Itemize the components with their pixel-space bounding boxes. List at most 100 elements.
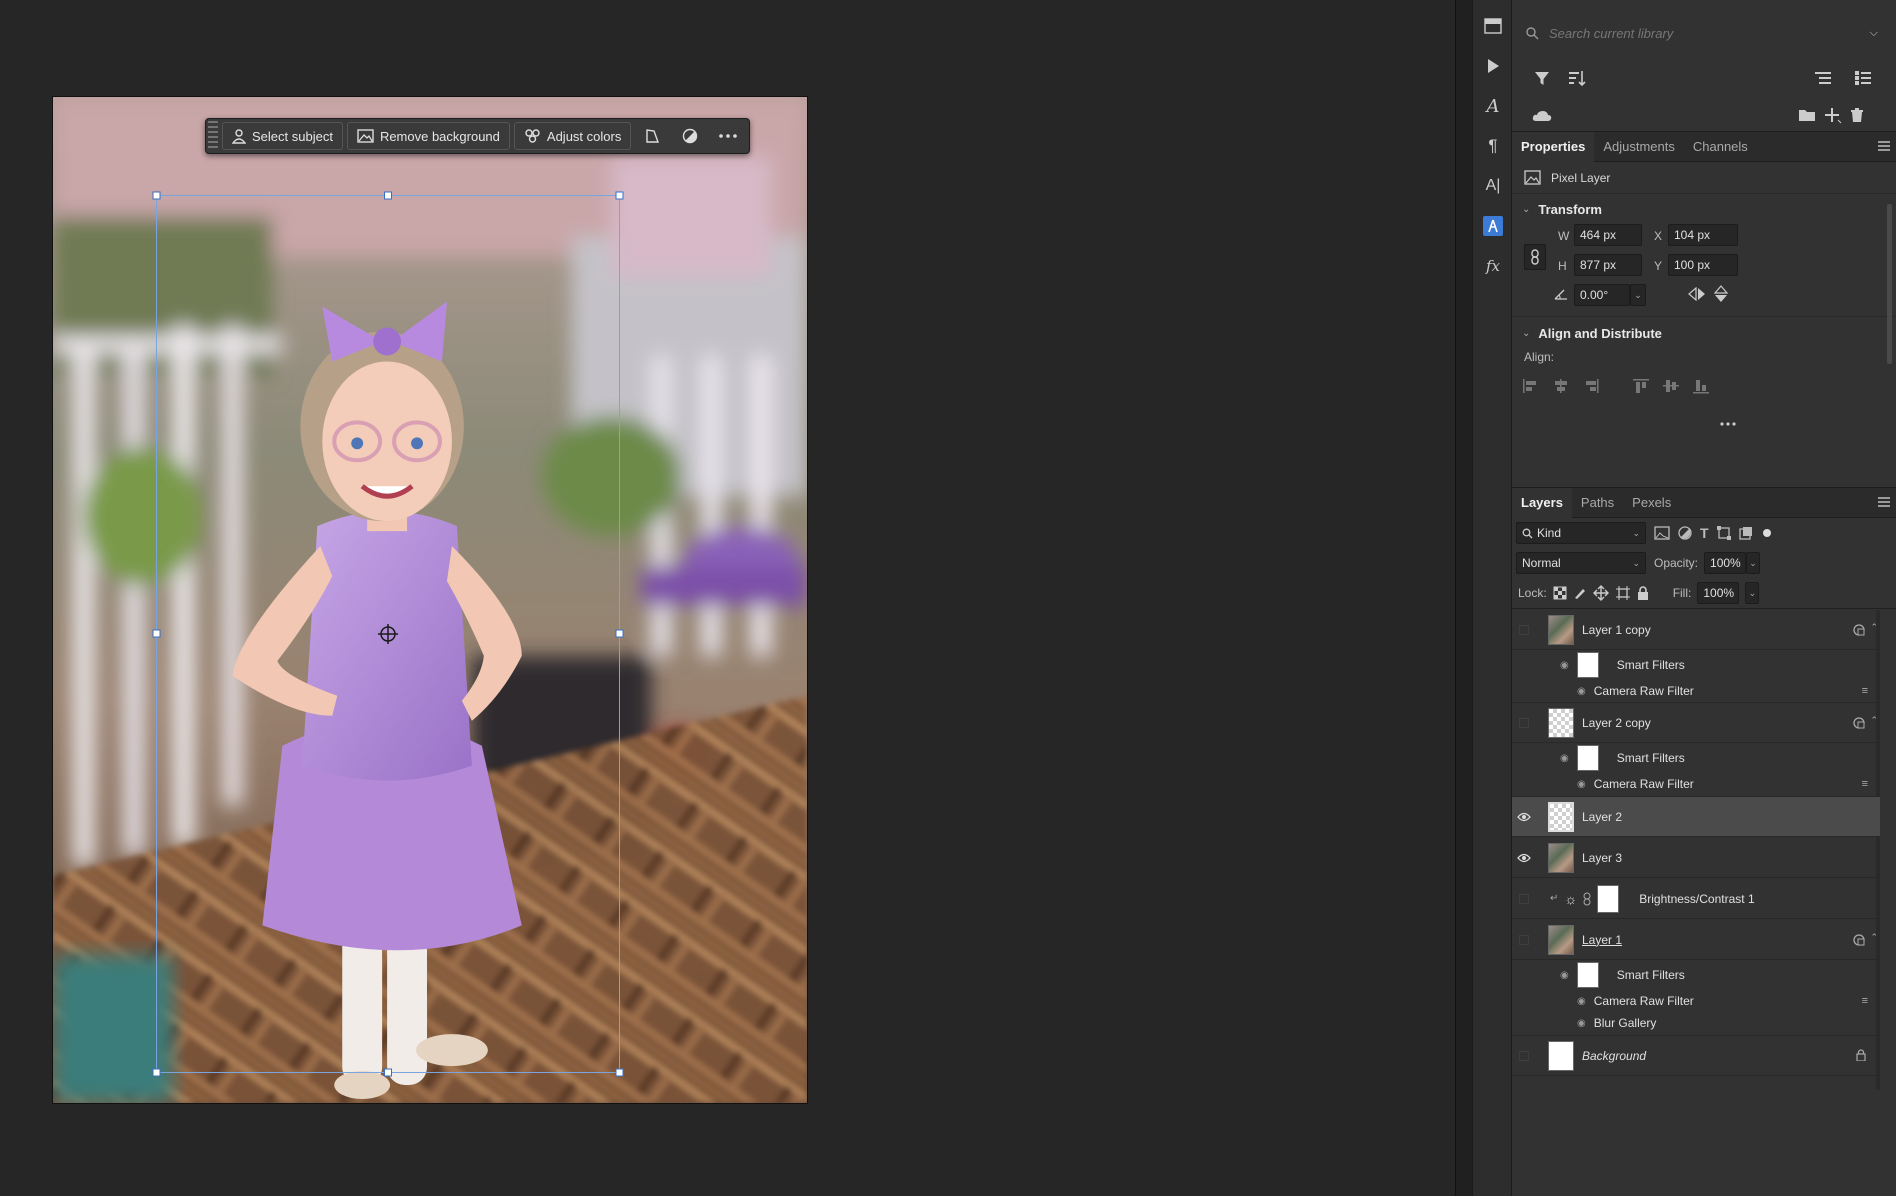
align-top-icon[interactable]	[1632, 378, 1650, 394]
layer-name[interactable]: Layer 1 copy	[1582, 623, 1651, 637]
adjust-colors-button[interactable]: Adjust colors	[513, 122, 632, 150]
handle-bottom-right[interactable]	[615, 1068, 624, 1077]
lock-image-icon[interactable]	[1573, 586, 1587, 600]
properties-scrollbar[interactable]	[1887, 204, 1892, 364]
panel-menu-icon[interactable]	[1878, 497, 1890, 507]
filter-row-blur-gallery[interactable]: ◉ Blur Gallery	[1512, 1012, 1880, 1034]
collapse-toggle[interactable]: ⌃	[1870, 932, 1878, 943]
layer-row-layer-1-copy[interactable]: Layer 1 copy ⌃	[1512, 610, 1880, 650]
tab-adjustments[interactable]: Adjustments	[1594, 132, 1684, 162]
tab-properties[interactable]: Properties	[1512, 131, 1595, 162]
visibility-toggle[interactable]	[1512, 610, 1536, 650]
align-bottom-icon[interactable]	[1692, 378, 1710, 394]
align-left-icon[interactable]	[1522, 378, 1540, 394]
select-subject-button[interactable]: Select subject	[222, 122, 343, 150]
flip-vertical-icon[interactable]	[1714, 285, 1728, 303]
layer-row-layer-1[interactable]: Layer 1 ⌃	[1512, 920, 1880, 960]
layer-name[interactable]: Layer 2 copy	[1582, 716, 1651, 730]
eye-icon[interactable]: ◉	[1560, 660, 1569, 671]
handle-top-left[interactable]	[152, 191, 161, 200]
visibility-toggle[interactable]	[1512, 838, 1536, 878]
filter-options-icon[interactable]: ≡	[1862, 995, 1868, 1007]
visibility-toggle[interactable]	[1512, 797, 1536, 837]
y-input[interactable]: 100 px	[1668, 254, 1738, 276]
handle-top[interactable]	[384, 191, 392, 200]
align-right-icon[interactable]	[1582, 378, 1600, 394]
layer-row-layer-2[interactable]: Layer 2	[1512, 797, 1880, 837]
handle-left[interactable]	[152, 629, 161, 638]
opacity-dropdown[interactable]: ⌄	[1746, 552, 1761, 574]
library-search-input[interactable]: Search current library	[1549, 26, 1673, 41]
handle-top-right[interactable]	[615, 191, 624, 200]
layer-name[interactable]: Layer 2	[1582, 810, 1622, 824]
x-input[interactable]: 104 px	[1668, 224, 1738, 246]
visibility-toggle[interactable]	[1512, 879, 1536, 919]
visibility-toggle[interactable]	[1512, 703, 1536, 743]
tab-paths[interactable]: Paths	[1572, 488, 1623, 518]
handle-right[interactable]	[615, 629, 624, 638]
eye-icon[interactable]: ◉	[1560, 970, 1569, 981]
layer-row-background[interactable]: Background	[1512, 1036, 1880, 1076]
transform-header[interactable]: ⌄ Transform	[1512, 194, 1896, 224]
adjustment-filter-icon[interactable]	[1678, 526, 1692, 540]
lock-position-icon[interactable]	[1592, 585, 1609, 601]
remove-background-button[interactable]: Remove background	[346, 122, 510, 150]
filter-icon[interactable]	[1534, 70, 1550, 86]
layer-row-layer-3[interactable]: Layer 3	[1512, 838, 1880, 878]
layer-row-layer-2-copy[interactable]: Layer 2 copy ⌃	[1512, 703, 1880, 743]
layer-name[interactable]: Layer 1	[1582, 933, 1622, 947]
styles-panel-button[interactable]: fx	[1473, 246, 1513, 286]
link-dimensions-button[interactable]	[1524, 244, 1546, 270]
layer-name[interactable]: Layer 3	[1582, 851, 1622, 865]
more-align-options-button[interactable]	[1720, 422, 1736, 426]
document-canvas[interactable]: Select subject Remove background Adjust …	[0, 0, 1455, 1196]
transform-button[interactable]	[635, 122, 669, 150]
visibility-toggle[interactable]	[1512, 920, 1536, 960]
align-vertical-center-icon[interactable]	[1662, 378, 1680, 394]
transform-bounding-box[interactable]	[0, 0, 1455, 1196]
layer-name[interactable]: Brightness/Contrast 1	[1639, 892, 1754, 906]
filter-options-icon[interactable]: ≡	[1862, 778, 1868, 790]
align-horizontal-center-icon[interactable]	[1552, 378, 1570, 394]
angle-dropdown[interactable]: ⌄	[1630, 284, 1646, 306]
type-filter-icon[interactable]: T	[1700, 525, 1709, 541]
library-search-bar[interactable]: Search current library ⌵	[1518, 18, 1888, 48]
paragraph-panel-button[interactable]: ¶	[1473, 126, 1513, 166]
libraries-panel-button[interactable]	[1473, 6, 1513, 46]
sort-icon[interactable]	[1568, 70, 1586, 86]
blend-mode-dropdown[interactable]: Normal ⌄	[1516, 552, 1646, 574]
lock-all-icon[interactable]	[1637, 586, 1649, 600]
filter-row-camera-raw[interactable]: ◉ Camera Raw Filter ≡	[1512, 773, 1880, 795]
lock-transparent-icon[interactable]	[1553, 586, 1567, 600]
folder-icon[interactable]	[1798, 108, 1816, 122]
opacity-input[interactable]: 100%	[1704, 552, 1747, 574]
flip-horizontal-icon[interactable]	[1688, 287, 1706, 301]
grid-view-icon[interactable]	[1854, 70, 1872, 86]
width-input[interactable]: 464 px	[1574, 224, 1642, 246]
character-panel-button[interactable]: A|	[1473, 166, 1513, 206]
lock-artboard-icon[interactable]	[1615, 585, 1631, 601]
kind-filter-dropdown[interactable]: Kind ⌄	[1516, 522, 1646, 544]
panel-menu-icon[interactable]	[1878, 141, 1890, 151]
collapse-toggle[interactable]: ⌃	[1870, 622, 1878, 633]
smart-filters-row[interactable]: ◉ Smart Filters	[1512, 743, 1880, 773]
fill-dropdown[interactable]: ⌄	[1745, 582, 1760, 604]
tab-pexels[interactable]: Pexels	[1623, 488, 1680, 518]
visibility-toggle[interactable]	[1512, 1036, 1536, 1076]
trash-icon[interactable]	[1850, 108, 1864, 123]
shape-filter-icon[interactable]	[1716, 526, 1731, 540]
eye-icon[interactable]: ◉	[1577, 996, 1586, 1007]
filter-row-camera-raw[interactable]: ◉ Camera Raw Filter ≡	[1512, 990, 1880, 1012]
handle-bottom-left[interactable]	[152, 1068, 161, 1077]
collapse-toggle[interactable]: ⌃	[1870, 715, 1878, 726]
more-options-button[interactable]	[711, 122, 745, 150]
tab-layers[interactable]: Layers	[1512, 487, 1572, 518]
filter-row-camera-raw[interactable]: ◉ Camera Raw Filter ≡	[1512, 680, 1880, 702]
glyphs-panel-button[interactable]: A	[1473, 86, 1513, 126]
list-view-icon[interactable]	[1814, 70, 1832, 86]
layer-row-brightness-contrast[interactable]: ↵ ☼ Brightness/Contrast 1	[1512, 879, 1880, 919]
tab-channels[interactable]: Channels	[1684, 132, 1757, 162]
angle-input[interactable]: 0.00°	[1574, 284, 1630, 306]
eye-icon[interactable]: ◉	[1577, 779, 1586, 790]
eye-icon[interactable]: ◉	[1577, 1018, 1586, 1029]
